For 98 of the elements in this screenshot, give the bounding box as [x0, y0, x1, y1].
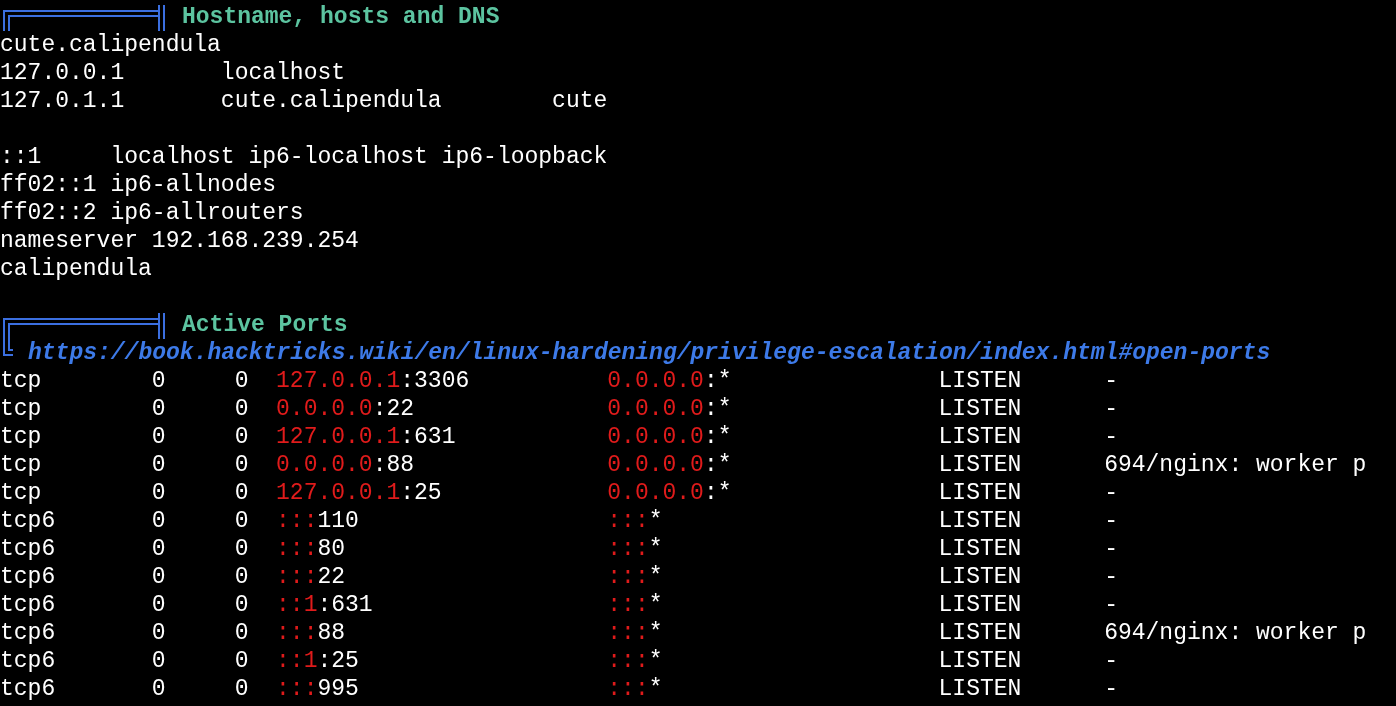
table-cell-text: 0 — [151, 563, 167, 591]
table-cell: - — [1104, 395, 1118, 423]
table-cell-text: :::* — [607, 675, 664, 703]
table-cell-text: :::88 — [276, 619, 347, 647]
output-line: ::1 localhost ip6-localhost ip6-loopback — [0, 143, 608, 171]
section-title: Hostname, hosts and DNS — [182, 3, 500, 31]
table-cell-text: LISTEN — [938, 647, 1023, 675]
table-cell: - — [1104, 423, 1118, 451]
table-cell-text: LISTEN — [938, 591, 1023, 619]
table-cell-text: 0 — [151, 619, 167, 647]
table-cell-text: 0 — [151, 647, 167, 675]
table-cell-text: 0 — [234, 395, 250, 423]
table-cell-text: 0.0.0.0:* — [607, 367, 733, 395]
table-cell-text: 0 — [234, 675, 250, 703]
table-cell-text: :::* — [607, 647, 664, 675]
table-cell: - — [1104, 479, 1118, 507]
reference-link[interactable]: https://book.hacktricks.wiki/en/linux-hardening/privilege-escalation/index.html#open-ports — [28, 339, 1271, 367]
table-cell: 694/nginx: worker p — [1104, 619, 1367, 647]
table-cell-text: 0 — [234, 507, 250, 535]
table-cell-text: tcp — [0, 395, 43, 423]
box-frame-icon — [0, 3, 166, 31]
table-cell-text: 127.0.0.1:3306 — [276, 367, 471, 395]
table-cell-text: tcp — [0, 367, 43, 395]
table-cell: - — [1104, 563, 1118, 591]
table-cell-text: :::* — [607, 507, 664, 535]
table-cell-text: LISTEN — [938, 395, 1023, 423]
table-cell-text: LISTEN — [938, 367, 1023, 395]
table-cell-text: :::* — [607, 591, 664, 619]
table-cell-text: 0 — [151, 423, 167, 451]
table-cell: - — [1104, 535, 1118, 563]
output-line: calipendula — [0, 255, 152, 283]
table-cell-text: LISTEN — [938, 619, 1023, 647]
table-cell-text: 0.0.0.0:88 — [276, 451, 416, 479]
output-line: ff02::1 ip6-allnodes — [0, 171, 277, 199]
table-cell-text: 0 — [234, 591, 250, 619]
table-cell-text: 0 — [234, 367, 250, 395]
table-cell-text: 0 — [151, 591, 167, 619]
table-cell-text: LISTEN — [938, 535, 1023, 563]
table-cell: - — [1104, 591, 1118, 619]
table-cell-text: :::* — [607, 619, 664, 647]
table-cell-text: LISTEN — [938, 451, 1023, 479]
table-cell-text: 0 — [234, 423, 250, 451]
section-title: Active Ports — [182, 311, 348, 339]
table-cell-text: tcp — [0, 423, 43, 451]
table-cell-text: :::995 — [276, 675, 360, 703]
table-cell-text: tcp6 — [0, 535, 57, 563]
table-cell-text: 0.0.0.0:* — [607, 451, 733, 479]
table-cell-text: LISTEN — [938, 563, 1023, 591]
table-cell: - — [1104, 647, 1118, 675]
output-line: cute.calipendula — [0, 31, 221, 59]
table-cell-text: tcp6 — [0, 675, 57, 703]
table-cell: - — [1104, 507, 1118, 535]
table-cell-text: :::110 — [276, 507, 360, 535]
table-cell-text: ::1:25 — [276, 647, 360, 675]
box-frame-icon — [0, 311, 166, 339]
table-cell-text: tcp — [0, 479, 43, 507]
table-cell-text: 0.0.0.0:* — [607, 479, 733, 507]
table-cell-text: :::80 — [276, 535, 347, 563]
table-cell-text: 0 — [234, 563, 250, 591]
table-cell-text: 0.0.0.0:22 — [276, 395, 416, 423]
table-cell-text: 0 — [234, 479, 250, 507]
table-cell-text: LISTEN — [938, 479, 1023, 507]
box-corner-icon — [0, 339, 14, 357]
table-cell-text: :::* — [607, 563, 664, 591]
table-cell: - — [1104, 367, 1118, 395]
table-cell-text: 0 — [151, 479, 167, 507]
table-cell-text: 0 — [151, 535, 167, 563]
table-cell-text: 0 — [234, 535, 250, 563]
table-cell-text: LISTEN — [938, 675, 1023, 703]
table-cell-text: :::22 — [276, 563, 347, 591]
table-cell-text: tcp6 — [0, 591, 57, 619]
output-line: nameserver 192.168.239.254 — [0, 227, 359, 255]
table-cell-text: 127.0.0.1:631 — [276, 423, 457, 451]
output-line: 127.0.0.1 localhost — [0, 59, 346, 87]
table-cell-text: tcp6 — [0, 619, 57, 647]
table-cell-text: 0.0.0.0:* — [607, 423, 733, 451]
table-cell: - — [1104, 675, 1118, 703]
table-cell-text: 0.0.0.0:* — [607, 395, 733, 423]
table-cell-text: 0 — [234, 647, 250, 675]
table-cell-text: 0 — [151, 451, 167, 479]
table-cell-text: 0 — [151, 507, 167, 535]
table-cell-text: tcp6 — [0, 563, 57, 591]
table-cell-text: tcp6 — [0, 507, 57, 535]
table-cell-text: :::* — [607, 535, 664, 563]
table-cell-text: 0 — [151, 367, 167, 395]
table-cell-text: LISTEN — [938, 423, 1023, 451]
table-cell-text: 0 — [234, 619, 250, 647]
table-cell-text: 0 — [151, 395, 167, 423]
table-cell-text: 0 — [151, 675, 167, 703]
output-line: ff02::2 ip6-allrouters — [0, 199, 304, 227]
table-cell-text: ::1:631 — [276, 591, 374, 619]
table-cell-text: tcp6 — [0, 647, 57, 675]
table-cell-text: 127.0.0.1:25 — [276, 479, 443, 507]
output-line: 127.0.1.1 cute.calipendula cute — [0, 87, 608, 115]
table-cell-text: tcp — [0, 451, 43, 479]
table-cell-text: 0 — [234, 451, 250, 479]
table-cell-text: LISTEN — [938, 507, 1023, 535]
table-cell: 694/nginx: worker p — [1104, 451, 1367, 479]
